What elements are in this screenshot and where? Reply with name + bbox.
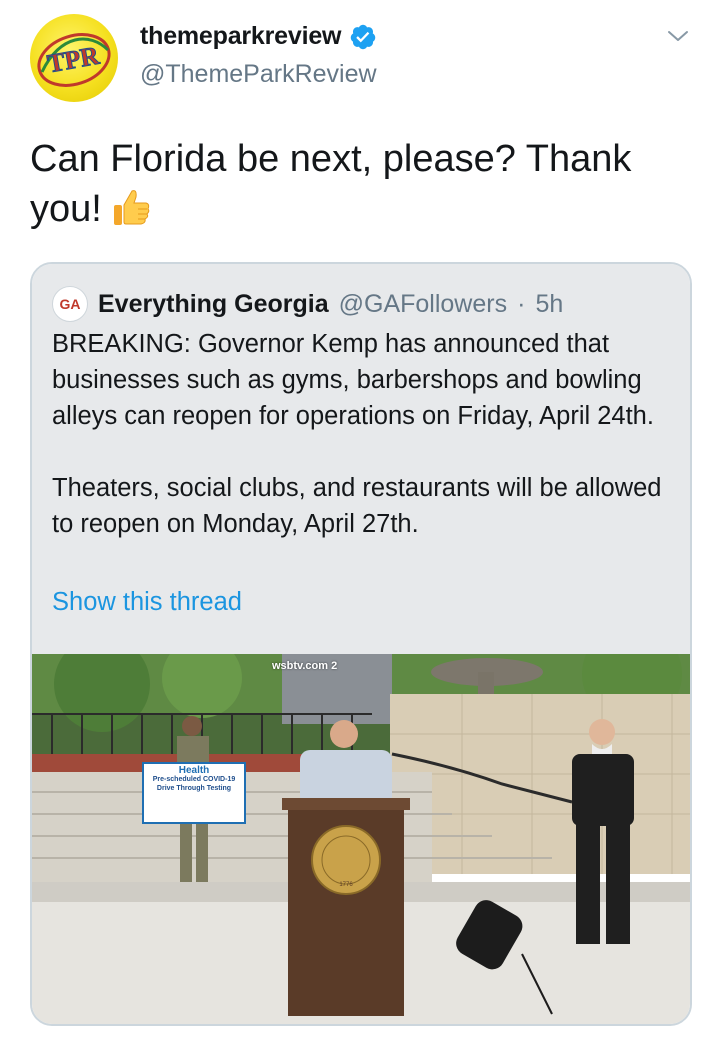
tweet-text: Can Florida be next, please? Thank you!	[30, 134, 690, 242]
quoted-tweet-body: GA Everything Georgia @GAFollowers · 5h …	[32, 264, 690, 654]
press-conference-photo: 1776	[32, 654, 690, 1024]
watermark-text: wsbtv.com	[272, 660, 329, 672]
verified-badge-icon	[351, 24, 376, 49]
quoted-avatar[interactable]: GA	[52, 286, 88, 322]
quoted-handle[interactable]: @GAFollowers	[339, 290, 507, 319]
quoted-paragraph-1: BREAKING: Governor Kemp has announced th…	[52, 330, 654, 430]
quoted-tweet-card[interactable]: GA Everything Georgia @GAFollowers · 5h …	[30, 262, 692, 1026]
quoted-paragraph-2: Theaters, social clubs, and restaurants …	[52, 474, 662, 538]
quoted-tweet-header: GA Everything Georgia @GAFollowers · 5h	[52, 286, 563, 322]
show-thread-link[interactable]: Show this thread	[52, 588, 242, 617]
avatar-logo-text: TPR	[45, 41, 101, 79]
sign-line-1: Pre-scheduled COVID-19	[152, 776, 236, 783]
quoted-timestamp[interactable]: 5h	[535, 290, 563, 319]
tpr-logo-icon: TPR	[37, 33, 111, 87]
quoted-display-name[interactable]: Everything Georgia	[98, 290, 329, 319]
seal-year: 1776	[339, 882, 353, 888]
author-display-name[interactable]: themeparkreview	[140, 22, 341, 51]
quoted-separator: ·	[517, 289, 526, 318]
avatar[interactable]: TPR	[30, 14, 118, 102]
chevron-down-icon[interactable]	[666, 24, 690, 48]
sign-line-2: Drive Through Testing	[156, 785, 232, 792]
covid-testing-sign: Health Pre-scheduled COVID-19 Drive Thro…	[142, 762, 246, 824]
sign-brand: Health	[178, 765, 210, 776]
image-watermark: wsbtv.com 2	[272, 660, 337, 672]
thumbs-up-icon	[110, 187, 152, 242]
quoted-tweet-image[interactable]: 1776 wsbtv.com 2 Health Pre-scheduled CO…	[32, 654, 690, 1024]
watermark-channel: 2	[331, 660, 338, 672]
quoted-tweet-text: BREAKING: Governor Kemp has announced th…	[52, 326, 672, 542]
author-handle[interactable]: @ThemeParkReview	[140, 60, 377, 89]
author-name-row[interactable]: themeparkreview	[140, 22, 377, 51]
tweet: TPR themeparkreview @ThemeParkReview Can…	[0, 0, 720, 1053]
